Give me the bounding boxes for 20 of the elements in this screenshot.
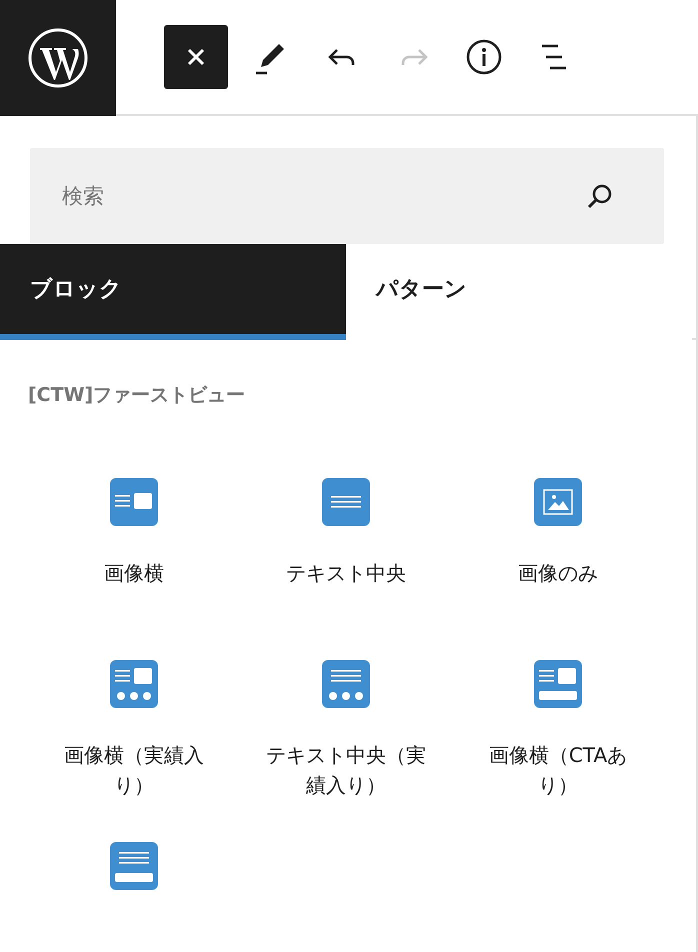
block-icon [110, 842, 158, 890]
block-item[interactable]: 画像横（CTAあり） [452, 660, 664, 812]
block-icon [534, 660, 582, 708]
info-icon [464, 37, 504, 77]
block-icon [110, 478, 158, 526]
block-item[interactable]: 画像のみ [452, 478, 664, 630]
block-icon [322, 478, 370, 526]
search-icon[interactable] [586, 182, 614, 210]
logo-icon[interactable] [28, 28, 88, 88]
block-item[interactable]: 画像横（実績入り） [28, 660, 240, 812]
block-item[interactable]: テキスト中央 [240, 478, 452, 630]
block-icon [322, 660, 370, 708]
search-field[interactable]: 検索 [30, 148, 664, 244]
category-title: [CTW]ファーストビュー [28, 383, 246, 408]
block-icon [534, 478, 582, 526]
tab[interactable]: ブロック [0, 244, 346, 340]
block-item[interactable]: テキスト中央（実績入り） [240, 660, 452, 812]
close-button[interactable] [164, 25, 228, 89]
block-item[interactable]: 画像横 [28, 478, 240, 630]
block-icon [110, 660, 158, 708]
